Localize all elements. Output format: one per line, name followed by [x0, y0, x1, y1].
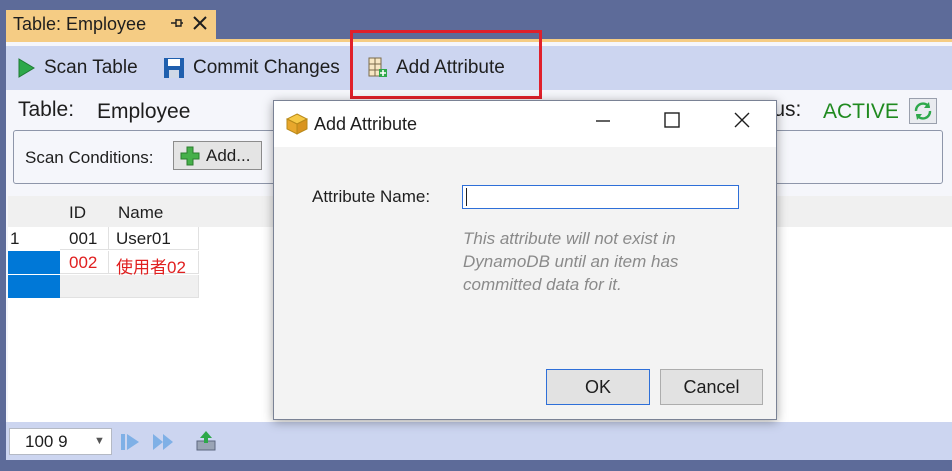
- row-selector[interactable]: [8, 275, 60, 298]
- scan-conditions-label: Scan Conditions:: [25, 148, 154, 167]
- add-attribute-dialog: Add Attribute Attribute Name: This attri…: [273, 100, 777, 420]
- minimize-icon: [596, 120, 610, 122]
- row-number: 1: [10, 229, 20, 248]
- highlight-box: [350, 30, 542, 99]
- commit-changes-label: Commit Changes: [193, 57, 340, 78]
- maximize-button[interactable]: [663, 111, 681, 135]
- new-row-cells[interactable]: [60, 275, 199, 298]
- document-tab[interactable]: Table: Employee: [6, 10, 216, 39]
- ok-button[interactable]: OK: [546, 369, 650, 405]
- pin-icon[interactable]: [170, 16, 184, 33]
- table-label: Table:: [18, 98, 75, 121]
- close-tab-button[interactable]: [192, 12, 208, 36]
- row-selector[interactable]: [8, 251, 60, 274]
- table-name: Employee: [97, 100, 191, 123]
- cell-name[interactable]: 使用者02: [109, 251, 199, 277]
- minimize-button[interactable]: [594, 111, 612, 135]
- export-icon[interactable]: [194, 429, 218, 453]
- dialog-title: Add Attribute: [314, 114, 418, 134]
- attribute-name-label: Attribute Name:: [312, 187, 431, 206]
- save-icon: [164, 58, 184, 78]
- chevron-down-icon: ▼: [94, 435, 105, 447]
- refresh-status-button[interactable]: [909, 98, 937, 124]
- column-header-id[interactable]: ID: [69, 203, 86, 223]
- plus-icon: [180, 146, 200, 165]
- scan-table-label: Scan Table: [44, 57, 138, 78]
- cell-id[interactable]: 002: [60, 251, 109, 274]
- play-icon: [18, 58, 35, 78]
- attribute-note: This attribute will not exist in DynamoD…: [463, 229, 679, 294]
- last-page-icon[interactable]: [151, 431, 177, 453]
- maximize-icon: [664, 112, 680, 128]
- attribute-name-input[interactable]: [462, 185, 739, 209]
- text-caret: [466, 188, 467, 206]
- cell-name[interactable]: User01: [109, 227, 199, 250]
- scan-table-button[interactable]: Scan Table: [16, 52, 138, 84]
- page-size-select[interactable]: 100 9 ▼: [9, 428, 112, 455]
- cell-id-text: 002: [69, 253, 98, 272]
- column-header-name[interactable]: Name: [118, 203, 163, 223]
- tab-title: Table: Employee: [13, 14, 147, 34]
- close-dialog-button[interactable]: [733, 111, 751, 135]
- add-condition-label: Add...: [206, 145, 251, 165]
- refresh-icon: [914, 102, 932, 120]
- cell-id-text: 001: [69, 229, 98, 248]
- row-selector[interactable]: 1: [8, 227, 60, 250]
- page-size-value: 100 9: [25, 432, 68, 451]
- next-page-icon[interactable]: [119, 431, 143, 453]
- commit-changes-button[interactable]: Commit Changes: [163, 52, 340, 84]
- cube-icon: [286, 113, 308, 135]
- cell-name-text: User01: [116, 229, 171, 248]
- cancel-button[interactable]: Cancel: [660, 369, 763, 405]
- pager-bar: 100 9 ▼: [6, 422, 952, 460]
- dialog-body: Attribute Name: This attribute will not …: [274, 147, 776, 419]
- close-icon: [734, 112, 750, 128]
- cell-id[interactable]: 001: [60, 227, 109, 250]
- add-condition-button[interactable]: Add...: [173, 141, 262, 170]
- close-icon: [193, 16, 207, 30]
- status-value: ACTIVE: [823, 100, 899, 123]
